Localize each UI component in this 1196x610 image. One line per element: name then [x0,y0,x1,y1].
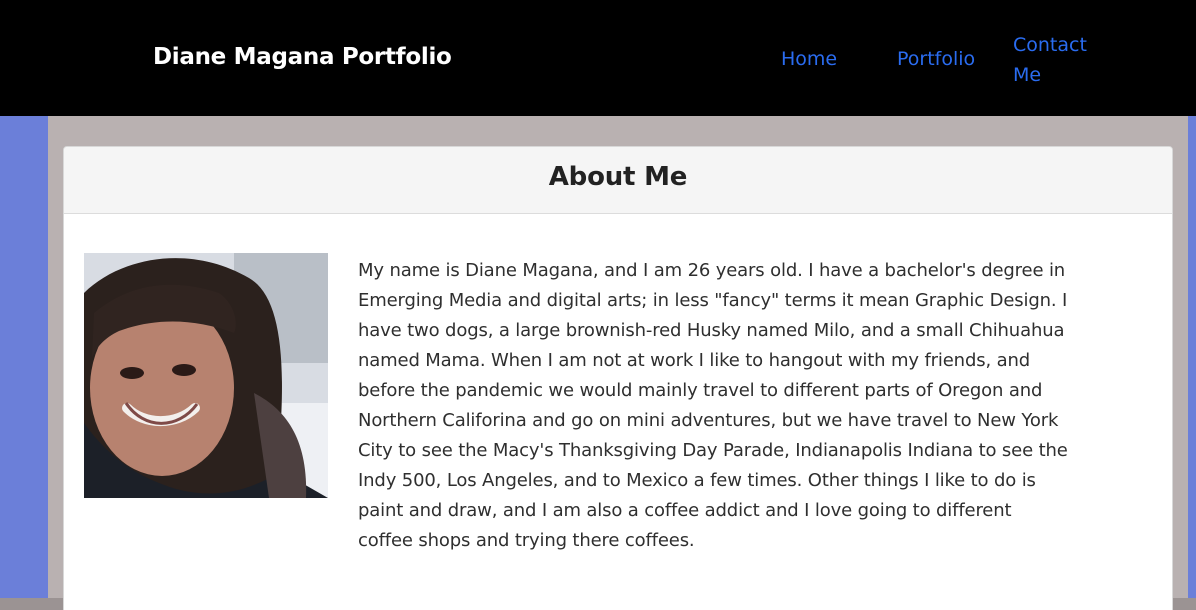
nav-link-contact[interactable]: Contact Me [1013,30,1093,90]
profile-photo-image [84,253,328,498]
nav-link-portfolio[interactable]: Portfolio [897,44,975,74]
profile-photo [84,253,328,498]
brand-title[interactable]: Diane Magana Portfolio [153,44,452,70]
about-card: About Me My name is Diane Magana, and I … [63,146,1173,610]
nav-link-home[interactable]: Home [781,44,837,74]
about-title: About Me [548,162,688,192]
about-card-header: About Me [64,147,1172,214]
navbar: Diane Magana Portfolio Home Portfolio Co… [0,0,1196,116]
about-bio-text: My name is Diane Magana, and I am 26 yea… [358,260,1068,551]
